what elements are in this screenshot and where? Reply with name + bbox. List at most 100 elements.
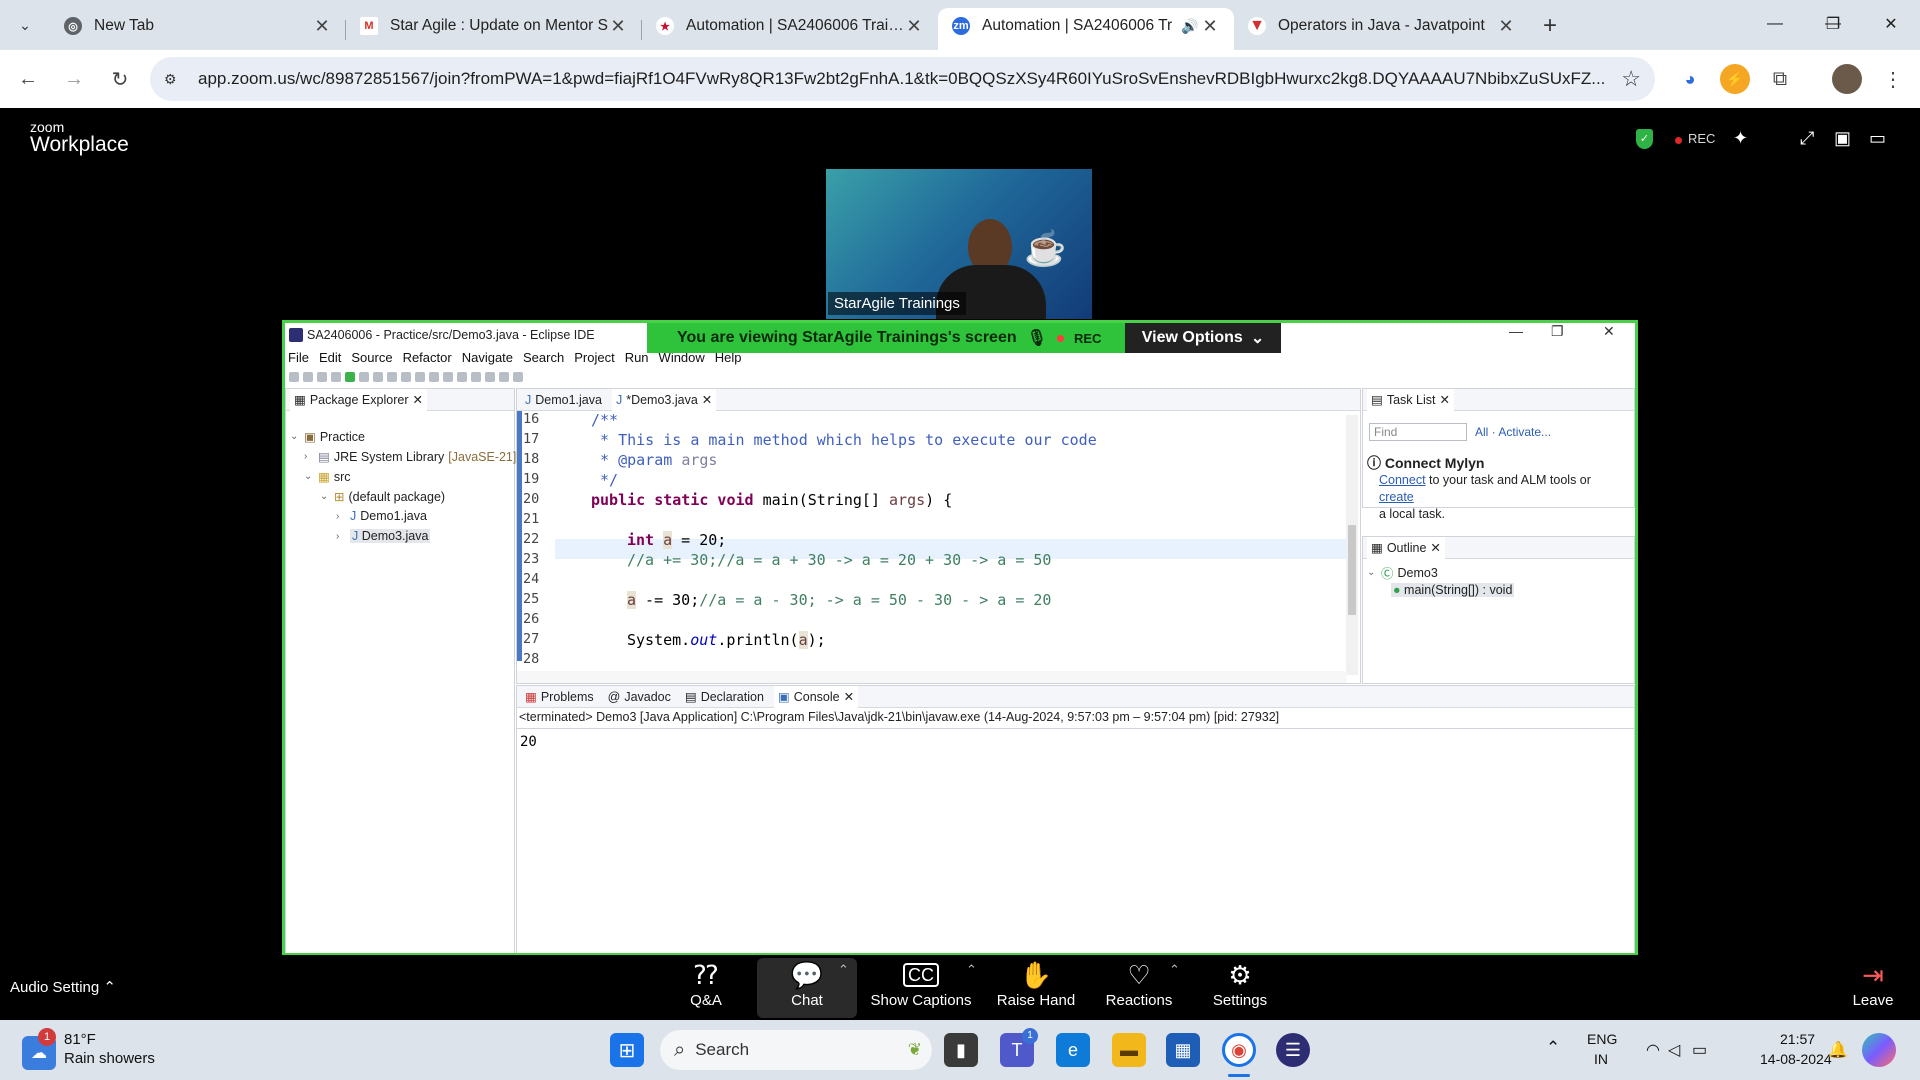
- tree-src[interactable]: ⌄ ▦ src: [304, 469, 350, 485]
- collapse-arrow-icon[interactable]: ›: [304, 451, 314, 462]
- speaker-icon[interactable]: 🔊: [1180, 18, 1200, 35]
- toolbar-annotation-icon[interactable]: [471, 372, 481, 382]
- tree-default-package[interactable]: ⌄ ⊞ (default package): [320, 489, 445, 505]
- editor-vertical-scrollbar[interactable]: [1346, 415, 1358, 675]
- tree-file-demo1[interactable]: › J Demo1.java: [336, 509, 427, 523]
- activate-link[interactable]: Activate...: [1498, 425, 1551, 439]
- notification-bell-icon[interactable]: 🔔: [1828, 1040, 1848, 1060]
- battery-icon[interactable]: ▭: [1692, 1040, 1707, 1060]
- show-captions-button[interactable]: CC Show Captions: [868, 958, 974, 1018]
- menu-run[interactable]: Run: [625, 350, 649, 365]
- profile-avatar[interactable]: [1832, 64, 1862, 94]
- bookmark-star-icon[interactable]: ☆: [1621, 66, 1641, 92]
- tab-zoom[interactable]: zm Automation | SA2406006 Tr 🔊 ✕: [938, 8, 1234, 50]
- url-field[interactable]: ⚙ app.zoom.us/wc/89872851567/join?fromPW…: [150, 57, 1655, 101]
- expand-arrow-icon[interactable]: ⌄: [320, 491, 330, 502]
- editor-tab-demo3[interactable]: J *Demo3.java ✕: [611, 388, 717, 411]
- close-icon[interactable]: ✕: [312, 16, 332, 37]
- audio-setting-button[interactable]: Audio Setting ⌃: [10, 978, 116, 996]
- leave-button[interactable]: ⇥ Leave: [1848, 958, 1898, 1018]
- extension-2-icon[interactable]: ⚡: [1720, 64, 1750, 94]
- close-icon[interactable]: ✕: [1430, 540, 1440, 555]
- file-explorer-icon[interactable]: ▬: [1112, 1033, 1146, 1067]
- expand-arrow-icon[interactable]: ⌄: [290, 431, 300, 442]
- expand-arrow-icon[interactable]: ⌄: [1367, 567, 1377, 578]
- menu-refactor[interactable]: Refactor: [403, 350, 452, 365]
- menu-search[interactable]: Search: [523, 350, 564, 365]
- toolbar-package-icon[interactable]: [401, 372, 411, 382]
- eclipse-restore-icon[interactable]: ❐: [1551, 323, 1564, 340]
- settings-button[interactable]: ⚙ Settings: [1210, 958, 1270, 1018]
- close-icon[interactable]: ✕: [904, 16, 924, 37]
- toolbar-debug-icon[interactable]: [331, 372, 341, 382]
- store-icon[interactable]: ▦: [1166, 1033, 1200, 1067]
- scrollbar-thumb[interactable]: [1348, 525, 1356, 615]
- tab-javatpoint[interactable]: ▼ Operators in Java - Javatpoint ✕: [1234, 8, 1530, 50]
- toolbar-class-icon[interactable]: [415, 372, 425, 382]
- editor-horizontal-scrollbar[interactable]: [517, 671, 1347, 683]
- tab-outline[interactable]: ▦ Outline ✕: [1367, 536, 1445, 559]
- clock-time[interactable]: 21:57: [1780, 1031, 1815, 1047]
- toolbar-external-icon[interactable]: [373, 372, 383, 382]
- view-options-button[interactable]: View Options ⌄: [1125, 323, 1281, 353]
- menu-edit[interactable]: Edit: [319, 350, 341, 365]
- qa-button[interactable]: ⁇ Q&A: [680, 958, 732, 1018]
- language-label[interactable]: ENG: [1587, 1031, 1617, 1047]
- tab-javadoc[interactable]: @ Javadoc: [604, 686, 675, 708]
- chrome-taskbar-icon[interactable]: ◉: [1222, 1033, 1256, 1067]
- close-icon[interactable]: ✕: [1439, 392, 1449, 407]
- ai-sparkle-icon[interactable]: ✦: [1733, 128, 1748, 149]
- screen-view-icon[interactable]: ▭: [1869, 128, 1886, 149]
- speaker-video[interactable]: ☕ StarAgile Trainings: [826, 169, 1092, 319]
- tab-task-list[interactable]: ▤ Task List ✕: [1367, 388, 1454, 411]
- outline-method[interactable]: ● main(String[]) : void: [1391, 583, 1515, 597]
- tab-package-explorer[interactable]: ▦ Package Explorer ✕: [290, 388, 427, 411]
- toolbar-newjava-icon[interactable]: [387, 372, 397, 382]
- toolbar-pin-icon[interactable]: [513, 372, 523, 382]
- collapse-arrow-icon[interactable]: ›: [336, 511, 346, 522]
- close-icon[interactable]: ✕: [1496, 16, 1516, 37]
- extensions-puzzle-icon[interactable]: ⧉: [1765, 64, 1795, 94]
- encryption-shield-icon[interactable]: ✓: [1636, 129, 1653, 149]
- close-icon[interactable]: ✕: [412, 392, 422, 407]
- eclipse-taskbar-icon[interactable]: ☰: [1276, 1033, 1310, 1067]
- eclipse-close-icon[interactable]: ✕: [1603, 323, 1615, 340]
- edge-icon[interactable]: e: [1056, 1033, 1090, 1067]
- toolbar-mark-icon[interactable]: [457, 372, 467, 382]
- tab-console[interactable]: ▣ Console ✕: [773, 685, 859, 708]
- toolbar-saveall-icon[interactable]: [317, 372, 327, 382]
- new-tab-button[interactable]: +: [1530, 8, 1570, 50]
- toolbar-run-icon[interactable]: [345, 372, 355, 382]
- wifi-icon[interactable]: ◠: [1646, 1040, 1660, 1060]
- toolbar-save-icon[interactable]: [303, 372, 313, 382]
- close-icon[interactable]: ✕: [1200, 16, 1220, 37]
- connect-link[interactable]: Connect: [1379, 473, 1426, 487]
- toolbar-new-icon[interactable]: [289, 372, 299, 382]
- tree-jre[interactable]: › ▤ JRE System Library [JavaSE-21]: [304, 449, 516, 465]
- menu-navigate[interactable]: Navigate: [462, 350, 513, 365]
- tab-new-tab[interactable]: ◎ New Tab ✕: [50, 8, 346, 50]
- toolbar-forward-icon[interactable]: [499, 372, 509, 382]
- expand-arrow-icon[interactable]: ⌄: [304, 471, 314, 482]
- outline-class[interactable]: ⌄ Ⓒ Demo3: [1367, 563, 1438, 582]
- chat-options-chevron-icon[interactable]: ⌃: [838, 962, 849, 978]
- fullscreen-icon[interactable]: ⤢: [1800, 128, 1814, 149]
- menu-source[interactable]: Source: [351, 350, 392, 365]
- close-icon[interactable]: ✕: [608, 16, 628, 37]
- task-view-icon[interactable]: ▮: [944, 1033, 978, 1067]
- code-editor[interactable]: 16 17 18 19 20 21 22 23 24 25 26 27 28 /…: [517, 411, 1347, 667]
- raise-hand-button[interactable]: ✋ Raise Hand: [996, 958, 1076, 1018]
- close-window-button[interactable]: ✕: [1862, 0, 1920, 48]
- back-button[interactable]: ←: [10, 61, 46, 97]
- tab-staragile[interactable]: ★ Automation | SA2406006 Trainin ✕: [642, 8, 938, 50]
- create-link[interactable]: create: [1379, 490, 1414, 504]
- tab-search-button[interactable]: ⌄: [0, 0, 50, 50]
- view-layout-icon[interactable]: ▣: [1834, 128, 1851, 149]
- toolbar-search-icon[interactable]: [443, 372, 453, 382]
- tree-project-practice[interactable]: ⌄ ▣ Practice: [290, 429, 365, 445]
- collapse-arrow-icon[interactable]: ›: [336, 531, 346, 542]
- tab-problems[interactable]: ▦ Problems: [521, 686, 598, 708]
- close-icon[interactable]: ✕: [844, 689, 854, 704]
- taskbar-search[interactable]: ⌕ Search ❦: [660, 1030, 932, 1070]
- captions-options-chevron-icon[interactable]: ⌃: [966, 962, 977, 978]
